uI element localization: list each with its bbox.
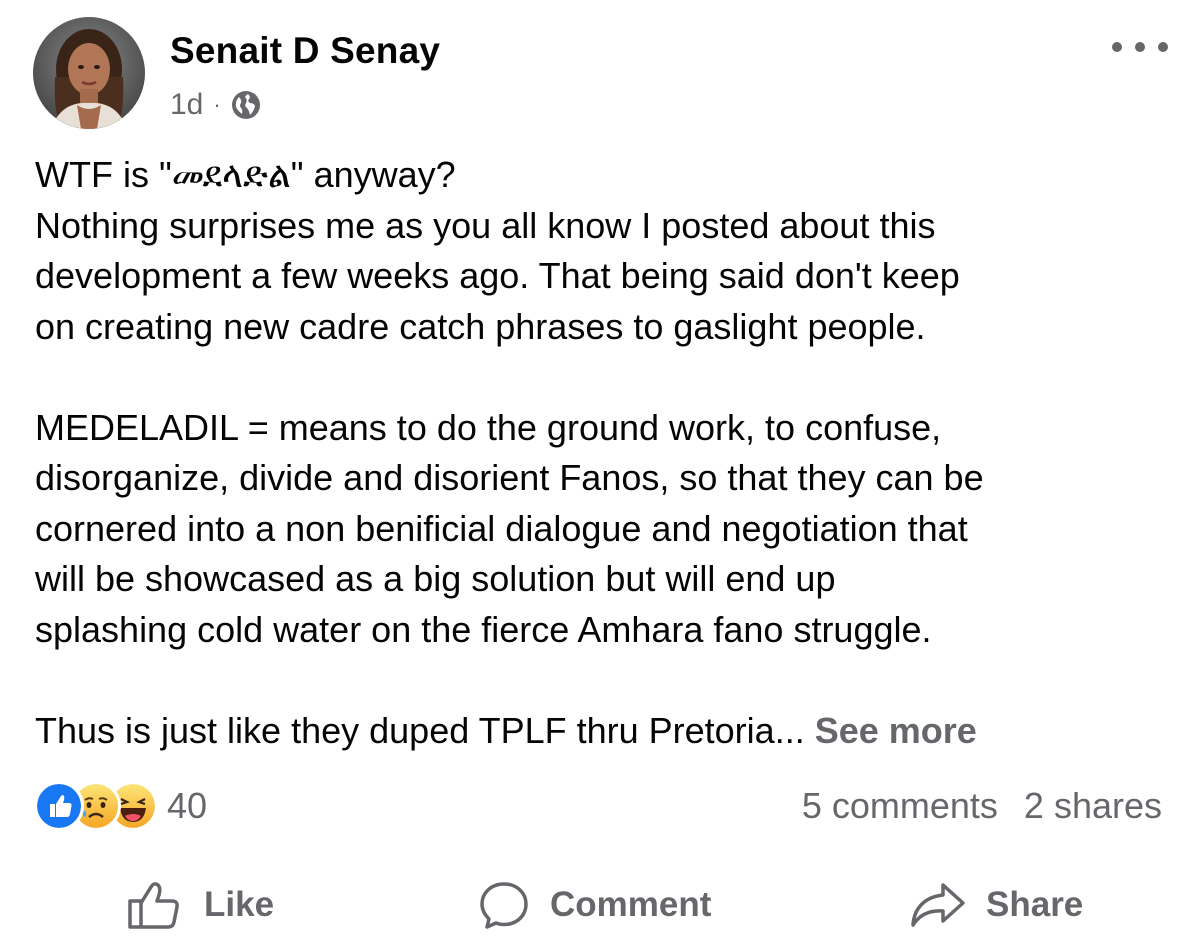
post-line: WTF is "መደላድል" anyway? — [35, 154, 456, 195]
meta-separator: · — [213, 92, 221, 117]
post-line: development a few weeks ago. That being … — [35, 255, 960, 296]
see-more-link[interactable]: See more — [815, 710, 977, 751]
post-last-line: Thus is just like they duped TPLF thru P… — [35, 706, 1180, 757]
post-line: disorganize, divide and disorient Fanos,… — [35, 457, 984, 498]
like-label: Like — [204, 885, 275, 924]
author-avatar[interactable] — [33, 17, 145, 129]
like-button[interactable]: Like — [126, 873, 274, 937]
reaction-count[interactable]: 40 — [167, 785, 207, 827]
share-arrow-icon — [911, 883, 965, 927]
post-line: Nothing surprises me as you all know I p… — [35, 204, 936, 246]
comment-label: Comment — [550, 885, 712, 924]
reactions-summary[interactable]: 40 — [34, 781, 207, 831]
comment-bubble-icon — [480, 882, 528, 929]
post-line: will be showcased as a big solution but … — [35, 558, 836, 599]
share-label: Share — [986, 885, 1084, 924]
like-reaction-icon — [34, 781, 84, 831]
avatar-photo — [33, 17, 145, 129]
post-line: cornered into a non benificial dialogue … — [35, 507, 968, 549]
post-time[interactable]: 1d — [170, 88, 203, 122]
globe-icon[interactable] — [231, 90, 261, 120]
ellipsis-dot — [1135, 42, 1145, 52]
post-line: on creating new cadre catch phrases to g… — [35, 305, 926, 347]
engagement-stats: 5 comments 2 shares — [802, 783, 1162, 829]
post-line: MEDELADIL = means to do the ground work,… — [35, 406, 942, 448]
more-options-button[interactable] — [1112, 33, 1168, 61]
ellipsis-icon — [1112, 42, 1122, 52]
comment-button[interactable]: Comment — [478, 873, 711, 937]
thumbs-up-icon — [128, 882, 179, 929]
comments-count[interactable]: 5 comments — [802, 785, 998, 827]
post-meta: 1d · — [170, 85, 261, 125]
post-body: WTF is "መደላድል" anyway? Nothing surprises… — [35, 150, 1180, 756]
ellipsis-dot — [1158, 42, 1168, 52]
facebook-post: Senait D Senay 1d · WTF is "መደላድል" anywa… — [0, 0, 1200, 938]
author-name[interactable]: Senait D Senay — [170, 30, 440, 72]
post-truncated-text: Thus is just like they duped TPLF thru P… — [35, 709, 805, 751]
post-line: splashing cold water on the fierce Amhar… — [35, 608, 932, 650]
share-button[interactable]: Share — [910, 873, 1083, 937]
action-bar: Like Comment Share — [0, 873, 1200, 937]
shares-count[interactable]: 2 shares — [1024, 785, 1162, 827]
